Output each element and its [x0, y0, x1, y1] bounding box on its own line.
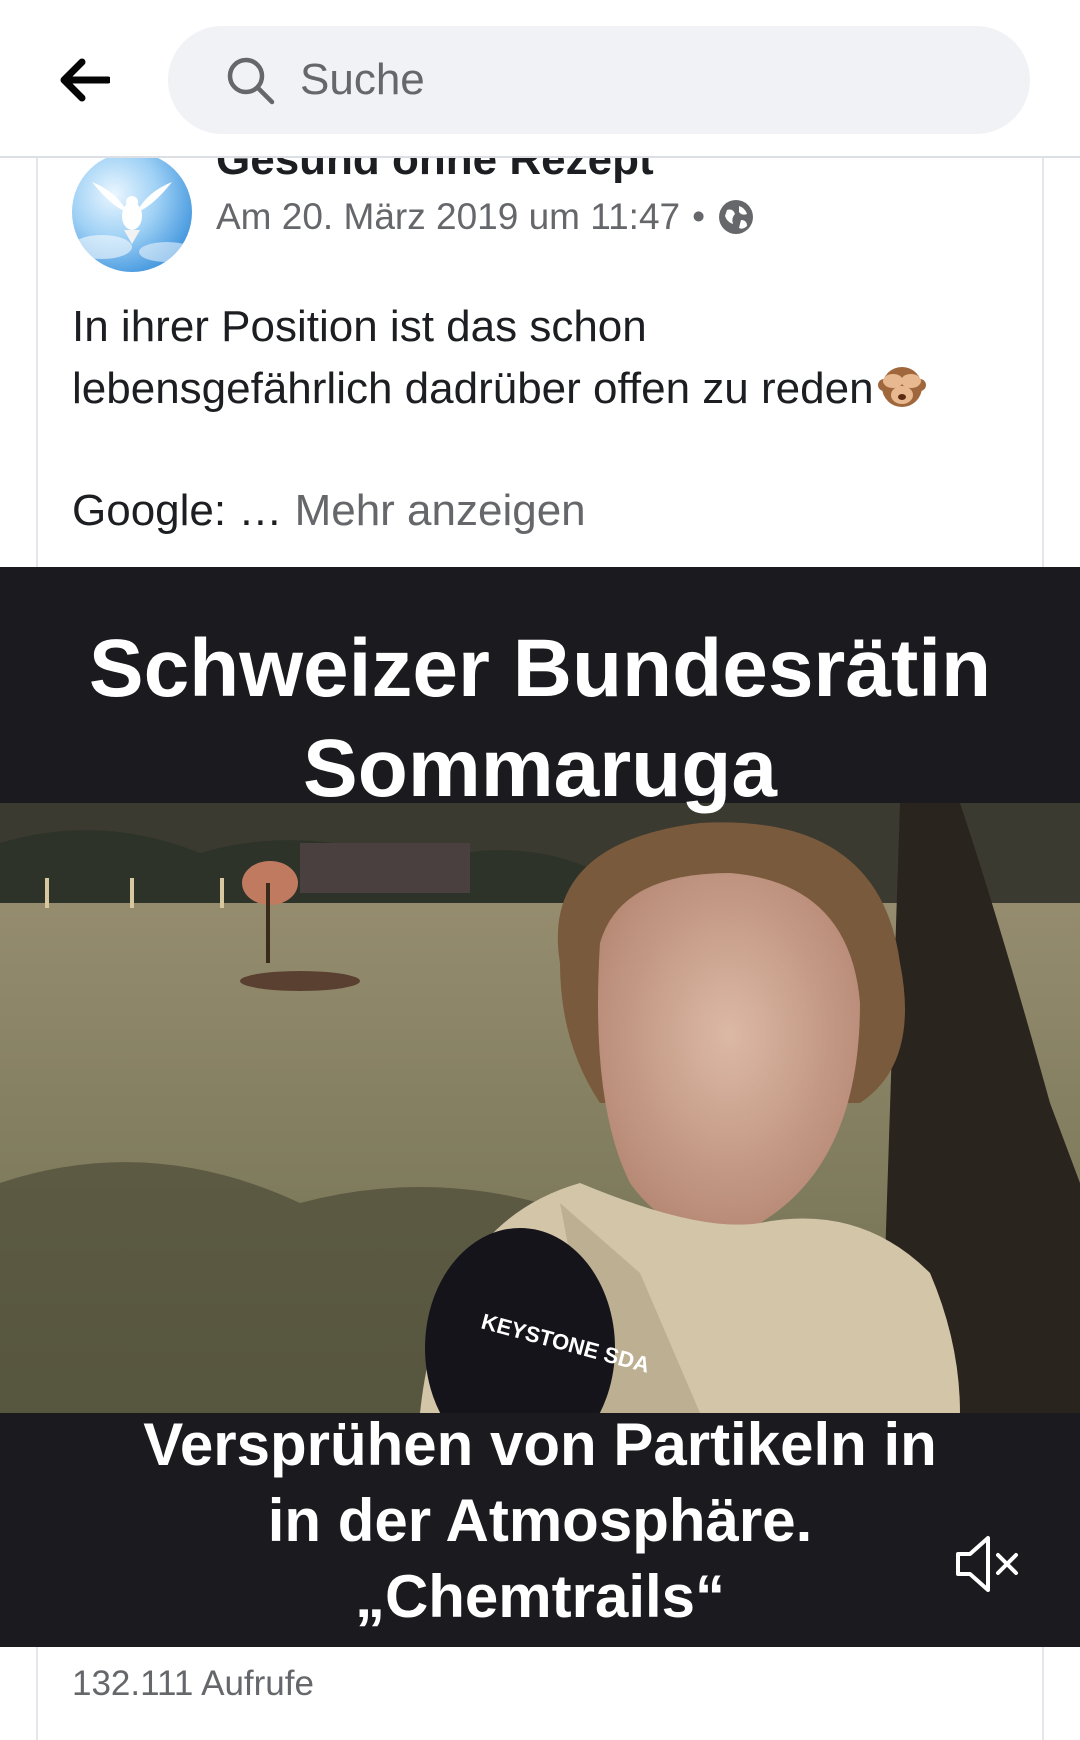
caption-line: in der Atmosphäre.	[267, 1487, 813, 1554]
see-no-evil-monkey-icon	[877, 367, 926, 407]
video-frame: KEYSTONE SDA	[0, 803, 1080, 1413]
back-arrow-icon	[60, 58, 110, 102]
meta-separator: •	[692, 196, 706, 237]
speaker-muted-icon	[956, 1536, 1018, 1592]
post-text-line: lebensgefährlich dadrüber offen zu reden	[72, 364, 874, 413]
caption-line: „Chemtrails“	[354, 1563, 726, 1630]
page-avatar[interactable]	[72, 152, 192, 272]
view-count: 132.111 Aufrufe	[72, 1664, 314, 1703]
search-bar[interactable]	[168, 26, 1030, 134]
video-player[interactable]: KEYSTONE SDA Schweizer Bundesrätin Somma…	[0, 567, 1080, 1647]
back-button[interactable]	[52, 48, 116, 112]
mute-toggle-button[interactable]	[950, 1527, 1024, 1601]
post-text-line: In ihrer Position ist das schon	[72, 302, 647, 351]
search-icon	[227, 57, 275, 105]
search-input[interactable]	[298, 54, 1002, 106]
video-caption-bottom: Versprühen von Partikeln in in der Atmos…	[0, 1407, 1080, 1635]
post-meta: Am 20. März 2019 um 11:47 •	[216, 196, 755, 238]
show-more-link[interactable]: Mehr anzeigen	[295, 486, 586, 535]
post-text-more: Google: … Mehr anzeigen	[72, 480, 586, 542]
top-bar	[0, 0, 1080, 158]
caption-line: Schweizer Bundesrätin	[88, 623, 992, 714]
globe-icon	[719, 200, 754, 234]
post-text: In ihrer Position ist das schon lebensge…	[72, 296, 1032, 420]
post-date[interactable]: Am 20. März 2019 um 11:47	[216, 196, 680, 238]
caption-line: Versprühen von Partikeln in	[143, 1411, 937, 1478]
caption-line: Sommaruga	[303, 723, 777, 814]
dove-icon	[72, 182, 192, 262]
post-text-google: Google: …	[72, 486, 283, 535]
video-caption-top: Schweizer Bundesrätin Sommaruga	[0, 619, 1080, 819]
